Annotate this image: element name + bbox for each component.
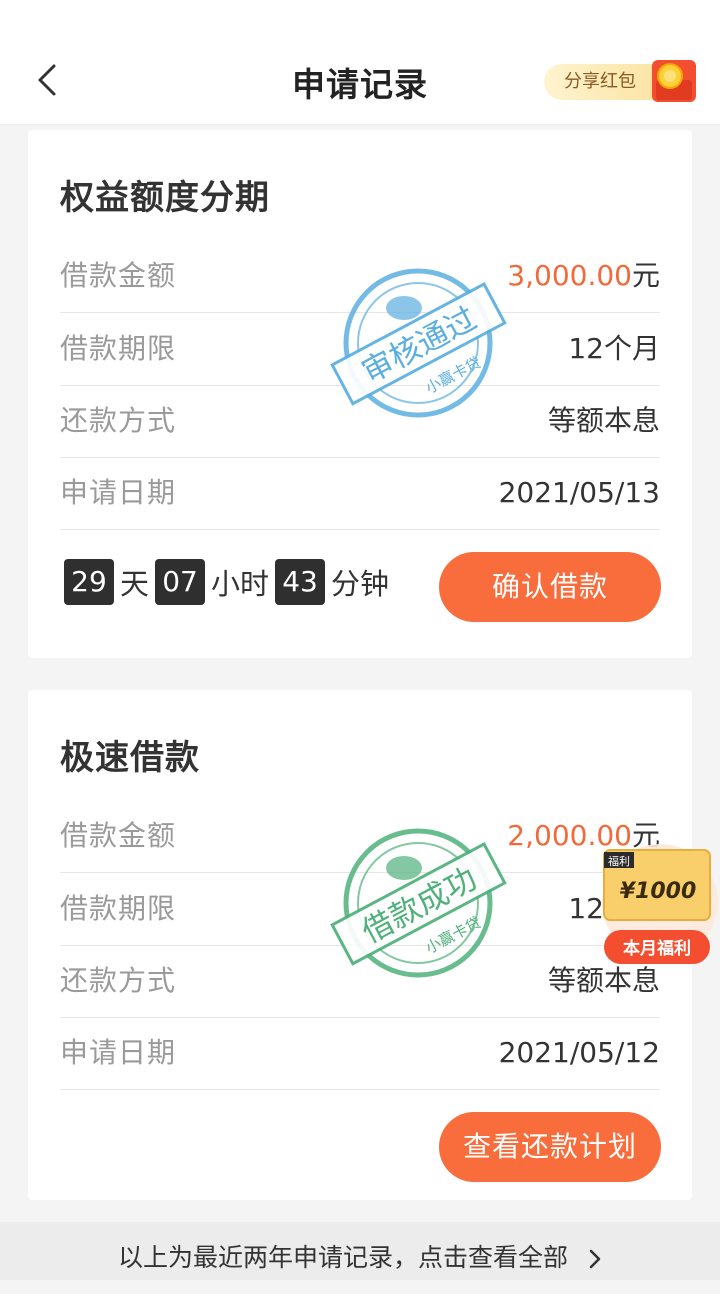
- row-label: 还款方式: [60, 964, 177, 997]
- countdown-timer: 29 天 07 小时 43 分钟: [64, 554, 395, 610]
- countdown-minutes: 43: [275, 559, 326, 605]
- row-label: 借款金额: [60, 259, 177, 292]
- countdown-days-unit: 天: [120, 567, 150, 601]
- chevron-right-icon: [589, 1249, 601, 1269]
- currency-unit: 元: [631, 259, 660, 292]
- row-label: 申请日期: [60, 1036, 177, 1069]
- loan-success-stamp: 借款成功 小赢卡贷: [330, 828, 507, 978]
- footer-text: 以上为最近两年申请记录，点击查看全部: [118, 1243, 569, 1272]
- countdown-days: 29: [64, 559, 114, 605]
- benefit-amount: ¥1000: [620, 879, 697, 904]
- row-value: 3,000.00元: [507, 240, 660, 312]
- monthly-benefit-widget[interactable]: 福利 ¥1000 本月福利: [598, 838, 720, 976]
- view-all-records-link[interactable]: 以上为最近两年申请记录，点击查看全部: [0, 1222, 720, 1280]
- row-label: 申请日期: [60, 476, 177, 509]
- benefit-label: 本月福利: [623, 938, 691, 959]
- benefit-tag: 福利: [608, 854, 630, 868]
- card-title: 极速借款: [60, 738, 200, 778]
- countdown-minutes-unit: 分钟: [331, 567, 390, 601]
- countdown-hours-unit: 小时: [211, 567, 270, 601]
- countdown-hours: 07: [155, 559, 206, 605]
- row-label: 借款期限: [60, 892, 177, 925]
- red-packet-icon[interactable]: [650, 58, 698, 104]
- application-card-2: 极速借款 借款金额 2,000.00元 借款期限 12个月 还款方式 等额本息 …: [28, 690, 692, 1200]
- row-value: 等额本息: [547, 404, 660, 437]
- apply-date-row: 申请日期 2021/05/12: [60, 1017, 660, 1090]
- row-value: 2021/05/12: [498, 1036, 660, 1069]
- top-bar: 申请记录 分享红包: [0, 0, 720, 125]
- row-label: 借款期限: [60, 332, 177, 365]
- row-value: 12个月: [568, 332, 660, 365]
- approved-stamp: 审核通过 小赢卡贷: [330, 268, 507, 418]
- row-value: 2021/05/13: [498, 476, 660, 509]
- application-card-1: 权益额度分期 借款金额 3,000.00元 借款期限 12个月 还款方式 等额本…: [28, 130, 692, 658]
- loan-amount-value: 3,000.00: [507, 259, 632, 292]
- view-repayment-plan-button[interactable]: 查看还款计划: [439, 1112, 661, 1182]
- share-red-packet-button[interactable]: 分享红包: [544, 64, 662, 100]
- card-title: 权益额度分期: [60, 178, 270, 218]
- row-label: 借款金额: [60, 819, 177, 852]
- row-label: 还款方式: [60, 404, 177, 437]
- confirm-loan-button[interactable]: 确认借款: [439, 552, 661, 622]
- apply-date-row: 申请日期 2021/05/13: [60, 457, 660, 530]
